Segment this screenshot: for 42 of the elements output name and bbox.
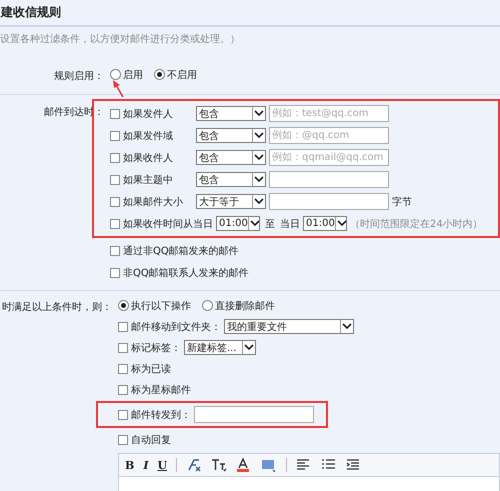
bold-button[interactable]: B xyxy=(125,458,134,472)
condition-label: 如果主题中 xyxy=(123,174,174,186)
action-label: 标为星标邮件 xyxy=(131,384,191,396)
description-text: 设置各种过滤条件，以方便对邮件进行分类或处理。） xyxy=(0,34,240,45)
italic-button[interactable]: I xyxy=(143,458,148,472)
radio-label: 直接删除邮件 xyxy=(215,300,275,312)
dropdown[interactable]: 包含 xyxy=(196,150,266,165)
text-field[interactable]: 例如：test@qq.com xyxy=(269,105,389,122)
condition-label: 如果发件人 xyxy=(123,108,174,120)
action-label: 邮件转发到： xyxy=(131,408,191,422)
field-label: 邮件到达时： xyxy=(44,106,104,119)
day-label: 当日 xyxy=(280,218,300,230)
dropdown[interactable]: 我的重要文件 xyxy=(224,319,354,334)
underline-button[interactable]: U xyxy=(157,458,168,472)
field-label: 规则启用： xyxy=(54,70,104,83)
dropdown[interactable]: 新建标签... xyxy=(184,340,256,355)
action-label: 邮件移动到文件夹： xyxy=(131,320,221,334)
action-label: 自动回复 xyxy=(131,434,171,446)
dropdown[interactable]: 大于等于 xyxy=(196,194,266,209)
dropdown[interactable]: 包含 xyxy=(196,172,266,187)
unit-label: 字节 xyxy=(392,196,412,208)
dropdown[interactable]: 包含 xyxy=(196,106,266,121)
condition-label: 如果收件人 xyxy=(123,152,174,164)
condition-label: 如果邮件大小 xyxy=(123,196,184,208)
field-label: 时满足以上条件时，则： xyxy=(2,300,112,314)
radio-label: 执行以下操作 xyxy=(131,300,191,312)
page-title: 建收信规则 xyxy=(1,4,61,21)
action-label: 标为已读 xyxy=(131,362,171,376)
dropdown[interactable]: 包含 xyxy=(196,128,266,143)
condition-label: 通过非QQ邮箱发来的邮件 xyxy=(123,244,239,258)
hint-text: （时间范围限定在24小时内） xyxy=(350,218,483,230)
condition-label: 如果收件时间从当日 xyxy=(123,218,213,230)
radio-label: 不启用 xyxy=(167,68,197,82)
text-field[interactable]: 例如：@qq.com xyxy=(269,127,389,144)
condition-label: 非QQ邮箱联系人发来的邮件 xyxy=(123,266,249,280)
radio-label: 启用 xyxy=(123,68,143,82)
action-label: 标记标签： xyxy=(131,342,181,354)
condition-label: 如果发件域 xyxy=(123,130,174,142)
dropdown[interactable]: 01:00 xyxy=(216,216,260,231)
to-label: 至 xyxy=(265,218,275,230)
text-field[interactable]: 例如：qqmail@qq.com xyxy=(269,149,389,166)
dropdown[interactable]: 01:00 xyxy=(303,216,347,231)
